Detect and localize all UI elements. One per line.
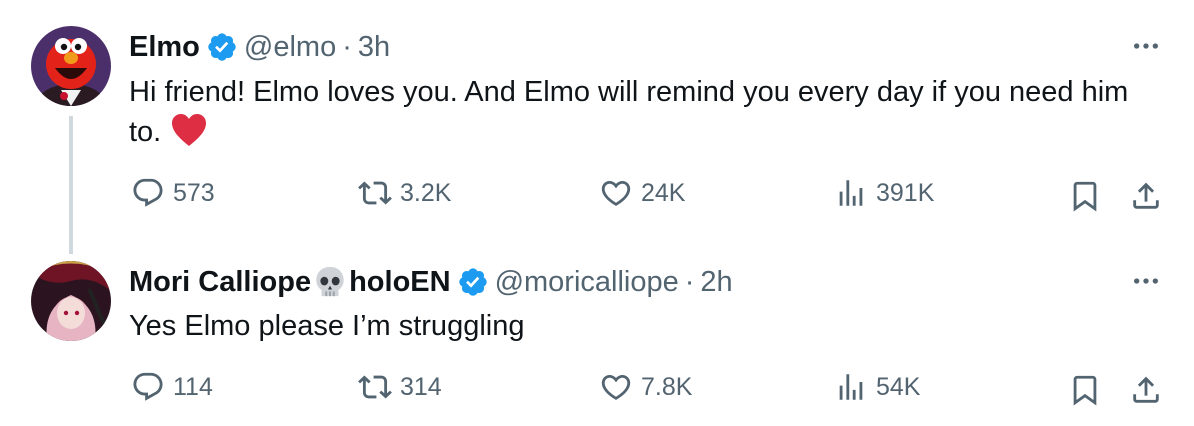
more-icon[interactable] [1130, 265, 1162, 297]
retweet-count: 314 [400, 372, 442, 401]
tweet-text: Yes Elmo please I’m struggling [129, 310, 525, 342]
retweet-button[interactable]: 314 [358, 370, 442, 404]
reply-count: 573 [173, 178, 215, 207]
display-name[interactable]: Elmo [129, 30, 200, 64]
reply-count: 114 [173, 372, 213, 401]
share-icon[interactable] [1129, 373, 1163, 407]
handle[interactable]: @moricalliope [495, 265, 679, 299]
views-button[interactable]: 54K [834, 370, 920, 404]
like-icon [601, 180, 631, 206]
display-name-part1[interactable]: Mori Calliope [129, 265, 311, 299]
like-button[interactable]: 7.8K [599, 370, 692, 404]
tweet-actions: 573 3.2K 24K 391K [0, 176, 1194, 216]
views-button[interactable]: 391K [834, 176, 934, 210]
like-button[interactable]: 24K [599, 176, 685, 210]
verified-badge-icon[interactable] [457, 266, 489, 298]
share-icon[interactable] [1129, 179, 1163, 213]
like-count: 7.8K [641, 372, 693, 401]
verified-badge-icon[interactable] [206, 31, 238, 63]
reply-icon [133, 372, 163, 401]
retweet-count: 3.2K [400, 178, 452, 207]
display-name-part2[interactable]: holoEN [349, 265, 451, 299]
retweet-icon [358, 181, 392, 205]
views-count: 54K [876, 372, 921, 401]
tweet-text: Hi friend! Elmo loves you. And Elmo will… [129, 72, 1139, 152]
more-icon[interactable] [1130, 30, 1162, 62]
reply-button[interactable]: 573 [131, 176, 215, 210]
timestamp[interactable]: 3h [358, 30, 390, 64]
views-icon [839, 180, 863, 206]
reply-icon [133, 178, 163, 207]
retweet-button[interactable]: 3.2K [358, 176, 451, 210]
skull-emoji-icon [316, 266, 344, 297]
retweet-icon [358, 375, 392, 399]
views-icon [839, 374, 863, 400]
like-icon [601, 374, 631, 400]
red-heart-emoji-icon [172, 114, 207, 146]
tweet-text-content: Hi friend! Elmo loves you. And Elmo will… [129, 76, 1129, 148]
views-count: 391K [876, 178, 935, 207]
tweet-header: Elmo @elmo · 3h [129, 30, 390, 64]
bookmark-icon[interactable] [1068, 373, 1102, 407]
tweet-mori-calliope[interactable]: Mori Calliope holoEN @moricalliope · 2h … [0, 250, 1194, 426]
tweet-header: Mori Calliope holoEN @moricalliope · 2h [129, 265, 733, 299]
bookmark-icon[interactable] [1068, 179, 1102, 213]
tweet-elmo[interactable]: Elmo @elmo · 3h Hi friend! Elmo loves yo… [0, 0, 1194, 254]
timestamp[interactable]: 2h [700, 265, 732, 299]
avatar-elmo[interactable] [31, 26, 111, 106]
handle[interactable]: @elmo [244, 30, 336, 64]
like-count: 24K [641, 178, 686, 207]
separator: · [684, 266, 695, 298]
tweet-actions: 114 314 7.8K 54K [0, 370, 1194, 410]
avatar-mori-calliope[interactable] [31, 261, 111, 341]
reply-button[interactable]: 114 [131, 370, 213, 404]
separator: · [342, 31, 352, 63]
